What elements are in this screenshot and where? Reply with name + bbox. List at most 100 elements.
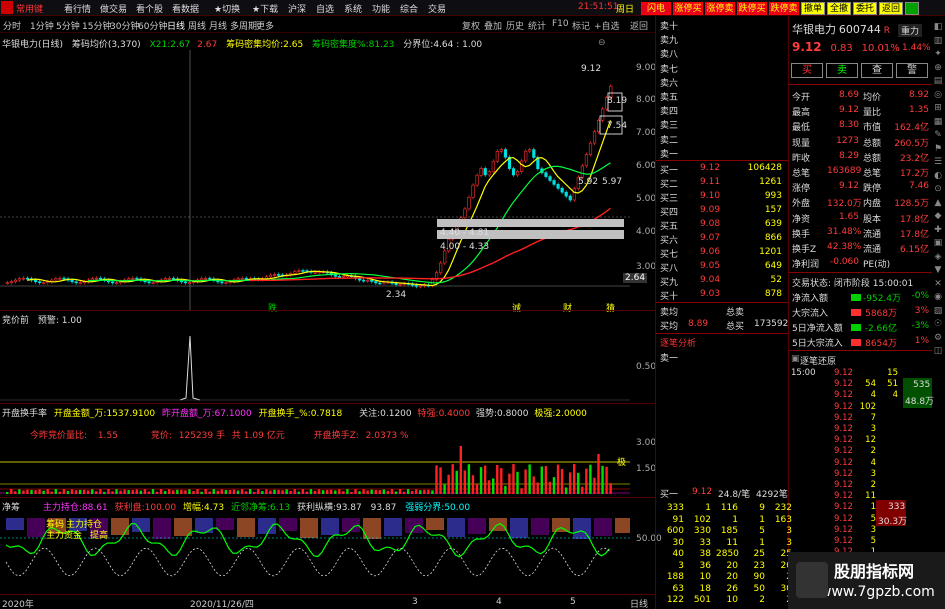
trade-button[interactable]: 买: [791, 63, 823, 78]
menu-item[interactable]: 做交易: [100, 2, 127, 15]
menu-item[interactable]: ★下载: [252, 2, 278, 15]
menu-item[interactable]: 看数据: [172, 2, 199, 15]
ask-row[interactable]: 卖三: [658, 117, 788, 131]
tool-stats[interactable]: 统计: [528, 19, 546, 32]
toolbar-icon[interactable]: ⚙: [932, 333, 944, 345]
tool-restore-rights[interactable]: 复权: [462, 19, 480, 32]
toolbar-icon[interactable]: ◎: [932, 90, 944, 102]
toolbar-icon[interactable]: ◉: [932, 292, 944, 304]
top-button[interactable]: 返回: [879, 2, 903, 15]
turnover-chart[interactable]: [0, 440, 630, 496]
toolbar-icon[interactable]: ◧: [932, 22, 944, 34]
menu-item[interactable]: 交易: [428, 2, 446, 15]
menu-item[interactable]: 综合: [400, 2, 418, 15]
period-tab[interactable]: 1分钟: [30, 19, 54, 32]
tool-add-watch[interactable]: +自选: [594, 19, 620, 32]
trade-button[interactable]: 警: [896, 63, 928, 78]
indicator-name[interactable]: 筹码均价(3,370): [72, 40, 141, 50]
ask-row[interactable]: 卖四: [658, 103, 788, 117]
toolbar-icon[interactable]: ✎: [932, 130, 944, 142]
toolbar-icon[interactable]: ▼: [932, 265, 944, 277]
top-button[interactable]: 跌停买: [737, 2, 767, 15]
tool-mark[interactable]: 标记: [572, 19, 590, 32]
toolbar-icon[interactable]: ⊕: [932, 63, 944, 75]
top-button[interactable]: 全撤: [827, 2, 851, 15]
menu-item[interactable]: 看个股: [136, 2, 163, 15]
toolbar-icon[interactable]: ◆: [932, 211, 944, 223]
menu-item[interactable]: 沪深: [288, 2, 306, 15]
panel3-title[interactable]: 开盘换手率: [2, 409, 47, 419]
top-button[interactable]: 委托: [853, 2, 877, 15]
toolbar-icon[interactable]: ⊙: [932, 184, 944, 196]
auction-chart[interactable]: [0, 310, 655, 402]
top-button[interactable]: [905, 2, 919, 15]
analysis-title[interactable]: 逐笔分析: [660, 336, 696, 349]
tick-expand-icon[interactable]: ▣: [791, 354, 800, 364]
toolbar-icon[interactable]: ⚑: [932, 144, 944, 156]
side-label[interactable]: 重力: [898, 24, 923, 37]
period-tab-active[interactable]: 日线: [167, 19, 185, 32]
tick-title[interactable]: 逐笔还原: [800, 354, 836, 367]
ask-row[interactable]: 卖一: [658, 146, 788, 160]
bid-row[interactable]: 买六 9.07 866: [658, 232, 788, 246]
ask-row[interactable]: 卖二: [658, 132, 788, 146]
top-button[interactable]: 跌停卖: [769, 2, 799, 15]
top-button[interactable]: 涨停卖: [705, 2, 735, 15]
toolbar-icon[interactable]: ☰: [932, 157, 944, 169]
bid-row[interactable]: 买五 9.08 639: [658, 218, 788, 232]
toolbar-icon[interactable]: ✦: [932, 49, 944, 61]
toolbar-icon[interactable]: ✕: [932, 279, 944, 291]
main-chart[interactable]: [0, 50, 655, 310]
toolbar-icon[interactable]: ◫: [932, 346, 944, 358]
toolbar-icon[interactable]: ▥: [932, 36, 944, 48]
tool-back[interactable]: 返回: [630, 19, 648, 32]
ask-row[interactable]: 卖六: [658, 75, 788, 89]
toolbar-icon[interactable]: ✚: [932, 225, 944, 237]
toolbar-icon[interactable]: ▣: [932, 238, 944, 250]
top-button[interactable]: 撤单: [801, 2, 825, 15]
period-tab[interactable]: 多周期: [230, 19, 257, 32]
bid-row[interactable]: 买一 9.12 106428: [658, 162, 788, 176]
bid-row[interactable]: 买四 9.09 157: [658, 204, 788, 218]
ask-row[interactable]: 卖七: [658, 61, 788, 75]
period-tab[interactable]: 60分钟: [138, 19, 167, 32]
bid-row[interactable]: 买十 9.03 878: [658, 288, 788, 302]
bid-row[interactable]: 买二 9.11 1261: [658, 176, 788, 190]
trade-button[interactable]: 查: [861, 63, 893, 78]
tool-overlay[interactable]: 叠加: [484, 19, 502, 32]
toolbar-icon[interactable]: ☉: [932, 319, 944, 331]
period-tab[interactable]: 15分钟: [82, 19, 111, 32]
toolbar-icon[interactable]: ▧: [932, 306, 944, 318]
toolbar-icon[interactable]: ◐: [932, 171, 944, 183]
top-button[interactable]: 闪电: [641, 2, 671, 15]
collapse-icon[interactable]: ⊖: [598, 38, 606, 48]
menu-item[interactable]: 系统: [344, 2, 362, 15]
period-tab[interactable]: 周线: [188, 19, 206, 32]
period-tab[interactable]: 分时: [3, 19, 21, 32]
menu-common-keys[interactable]: 常用键: [16, 2, 43, 15]
toolbar-icon[interactable]: ◈: [932, 252, 944, 264]
period-tab[interactable]: 更多: [256, 19, 274, 32]
ask-row[interactable]: 卖九: [658, 32, 788, 46]
menu-item[interactable]: ★切换: [214, 2, 240, 15]
menu-item[interactable]: 自选: [316, 2, 334, 15]
toolbar-icon[interactable]: ⊞: [932, 103, 944, 115]
bid-row[interactable]: 买七 9.06 1201: [658, 246, 788, 260]
bid-row[interactable]: 买八 9.05 649: [658, 260, 788, 274]
ask-row[interactable]: 卖八: [658, 46, 788, 60]
toolbar-icon[interactable]: ▦: [932, 117, 944, 129]
top-button[interactable]: 涨停买: [673, 2, 703, 15]
period-tab[interactable]: 30分钟: [110, 19, 139, 32]
toolbar-icon[interactable]: ▲: [932, 198, 944, 210]
toolbar-icon[interactable]: ▤: [932, 76, 944, 88]
ask-row[interactable]: 卖十: [658, 18, 788, 32]
menu-item[interactable]: 功能: [372, 2, 390, 15]
period-tab[interactable]: 5分钟: [56, 19, 80, 32]
bid-row[interactable]: 买九 9.04 52: [658, 274, 788, 288]
ask-row[interactable]: 卖五: [658, 89, 788, 103]
bid-row[interactable]: 买三 9.10 993: [658, 190, 788, 204]
app-logo-icon[interactable]: [1, 1, 13, 14]
tool-f10[interactable]: F10: [552, 19, 569, 29]
trade-button[interactable]: 卖: [826, 63, 858, 78]
tool-history[interactable]: 历史: [506, 19, 524, 32]
